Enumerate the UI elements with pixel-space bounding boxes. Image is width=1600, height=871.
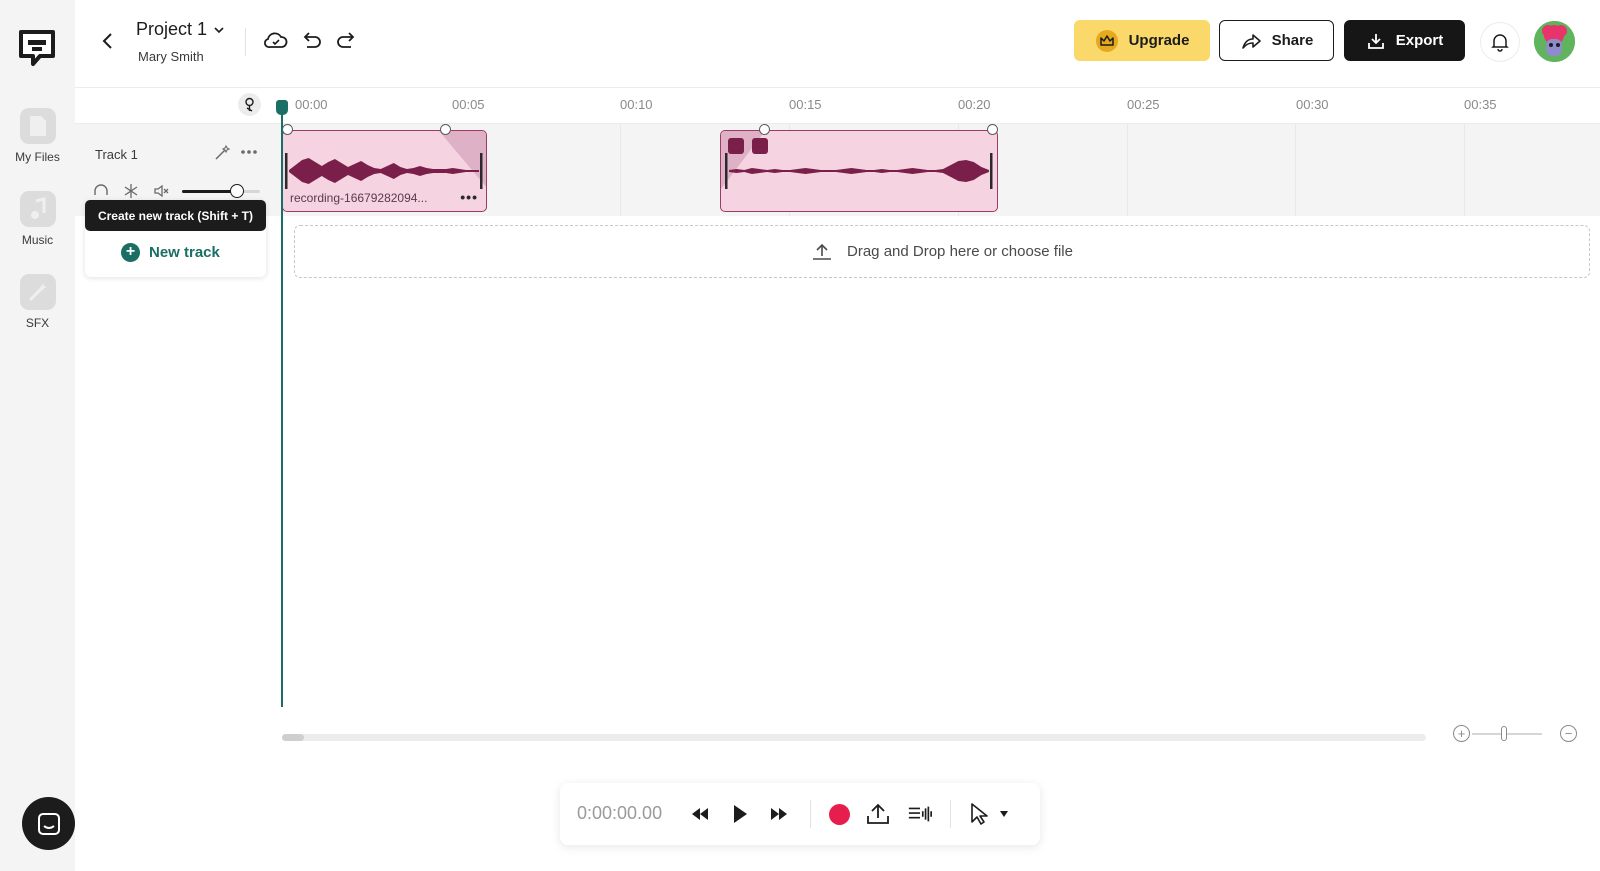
playback-time: 0:00:00.00 <box>577 803 663 823</box>
share-label: Share <box>1271 32 1314 49</box>
cloud-sync-icon[interactable] <box>262 28 290 54</box>
ruler-tick: 00:25 <box>1127 97 1160 112</box>
horizontal-scrollbar[interactable] <box>282 734 1426 741</box>
export-label: Export <box>1395 32 1444 49</box>
file-dropzone[interactable]: Drag and Drop here or choose file <box>294 225 1590 278</box>
fade-in-handle[interactable] <box>282 124 293 135</box>
cursor-pointer-icon[interactable] <box>966 801 992 827</box>
fast-forward-icon[interactable] <box>766 801 792 827</box>
fade-in-handle[interactable] <box>759 124 770 135</box>
rail-item-label: SFX <box>25 316 50 330</box>
download-icon <box>1367 33 1384 49</box>
rewind-icon[interactable] <box>687 801 713 827</box>
rail-item-sfx[interactable]: SFX <box>0 274 75 330</box>
tooltip: Create new track (Shift + T) <box>85 200 266 231</box>
rail-item-music[interactable]: Music <box>0 191 75 247</box>
app-logo[interactable] <box>18 28 56 68</box>
rail-item-label: My Files <box>15 150 60 164</box>
music-note-icon <box>19 191 56 227</box>
upload-icon <box>813 243 832 260</box>
chat-support-button[interactable] <box>22 797 75 850</box>
transport-bar: 0:00:00.00 <box>560 783 1040 845</box>
track-name[interactable]: Track 1 <box>95 147 138 162</box>
fade-out-handle[interactable] <box>440 124 451 135</box>
file-icon <box>19 108 56 144</box>
plus-circle-icon: + <box>121 242 140 262</box>
volume-slider-knob[interactable] <box>229 184 244 198</box>
header-divider <box>245 28 246 56</box>
clip-waveform-icon[interactable] <box>752 138 768 154</box>
ruler-tick: 00:00 <box>295 97 328 112</box>
chevron-down-icon[interactable] <box>212 23 226 37</box>
export-button[interactable]: Export <box>1344 20 1465 61</box>
record-button[interactable] <box>826 801 852 827</box>
ruler-tick: 00:05 <box>452 97 485 112</box>
project-title[interactable]: Project 1 <box>136 19 207 40</box>
clip-fx-icon[interactable] <box>728 138 744 154</box>
redo-icon[interactable] <box>332 28 360 54</box>
playhead-line <box>281 103 283 707</box>
record-icon <box>828 803 850 825</box>
project-owner: Mary Smith <box>138 49 204 64</box>
undo-icon[interactable] <box>298 28 326 54</box>
left-rail: My Files Music SFX <box>0 0 75 871</box>
chat-icon <box>37 812 60 835</box>
upgrade-label: Upgrade <box>1128 32 1190 49</box>
dropzone-label: Drag and Drop here or choose file <box>847 243 1073 260</box>
audio-clip[interactable]: recording-16679282094... ••• <box>282 130 487 212</box>
audio-levels-icon[interactable] <box>907 801 933 827</box>
scrollbar-thumb[interactable] <box>282 734 304 741</box>
transport-divider <box>810 800 811 828</box>
fade-out-handle[interactable] <box>987 124 998 135</box>
volume-slider-fill <box>182 190 237 193</box>
snap-marker-icon[interactable] <box>238 93 261 116</box>
mute-speaker-icon[interactable] <box>153 182 171 200</box>
play-icon[interactable] <box>727 801 753 827</box>
chevron-down-icon[interactable] <box>991 801 1017 827</box>
top-header: Project 1 Mary Smith Upgrade Share Expor… <box>75 0 1600 88</box>
notifications-bell-icon[interactable] <box>1480 22 1520 62</box>
ruler-tick: 00:10 <box>620 97 653 112</box>
rail-item-label: Music <box>21 233 54 247</box>
share-button[interactable]: Share <box>1219 20 1334 61</box>
timeline-ruler[interactable]: 00:00 00:05 00:10 00:15 00:20 00:25 00:3… <box>75 88 1600 124</box>
crown-icon <box>1095 29 1118 52</box>
grid-line <box>1295 124 1296 216</box>
magic-wand-icon <box>19 274 56 310</box>
back-arrow-icon[interactable] <box>97 30 119 52</box>
more-options-icon[interactable] <box>239 143 257 161</box>
app-root: My Files Music SFX Project 1 Mary Smith … <box>0 0 1600 871</box>
ruler-tick: 00:30 <box>1296 97 1329 112</box>
ruler-tick: 00:15 <box>789 97 822 112</box>
grid-line <box>1464 124 1465 216</box>
zoom-slider[interactable] <box>1472 733 1542 735</box>
clip-name: recording-16679282094... <box>290 191 428 205</box>
ruler-tick: 00:35 <box>1464 97 1497 112</box>
avatar[interactable] <box>1534 21 1575 62</box>
transport-divider <box>950 800 951 828</box>
zoom-out-icon[interactable]: − <box>1560 725 1577 742</box>
audio-clip[interactable] <box>720 130 998 212</box>
more-options-icon[interactable]: ••• <box>460 189 478 205</box>
volume-slider[interactable] <box>182 184 260 198</box>
playhead-handle[interactable] <box>276 100 288 115</box>
grid-line <box>1127 124 1128 216</box>
freeze-snowflake-icon[interactable] <box>122 182 140 200</box>
magic-wand-icon[interactable] <box>213 144 231 162</box>
zoom-slider-knob[interactable] <box>1501 726 1507 741</box>
headphones-icon[interactable] <box>92 182 110 200</box>
zoom-in-icon[interactable]: + <box>1453 725 1470 742</box>
rail-item-my-files[interactable]: My Files <box>0 108 75 164</box>
ruler-tick: 00:20 <box>958 97 991 112</box>
upgrade-button[interactable]: Upgrade <box>1074 20 1210 61</box>
upload-icon[interactable] <box>865 801 891 827</box>
new-track-button[interactable]: + New track <box>121 240 220 264</box>
grid-line <box>620 124 621 216</box>
new-track-label: New track <box>149 243 220 261</box>
share-icon <box>1241 33 1261 49</box>
